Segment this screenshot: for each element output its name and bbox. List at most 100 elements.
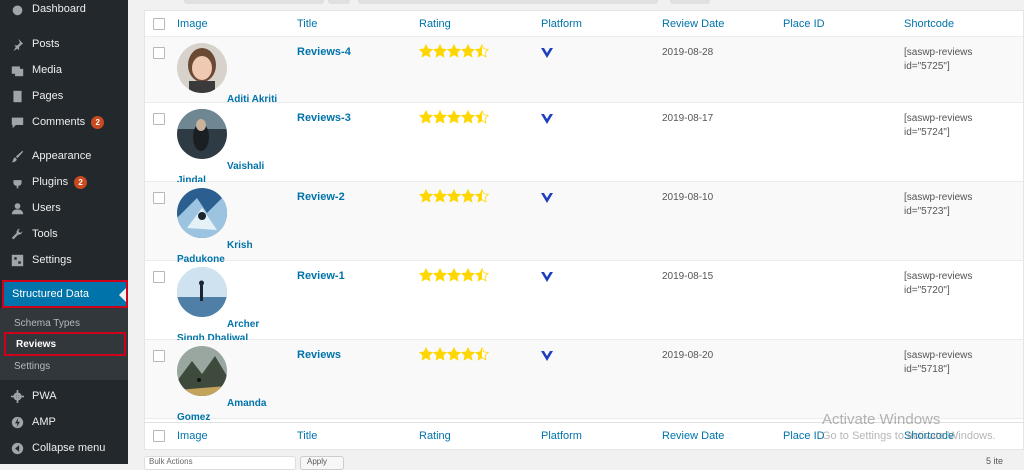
reviewer-name[interactable]: Vaishali xyxy=(227,159,264,174)
rating-stars xyxy=(419,189,489,203)
menu-label: Appearance xyxy=(32,150,92,162)
plug-icon xyxy=(10,175,24,189)
review-title-link[interactable]: Review-1 xyxy=(297,270,345,282)
structured-data-submenu: Schema Types Reviews Settings xyxy=(0,308,128,380)
activate-windows-title: Activate Windows xyxy=(822,411,941,428)
media-icon xyxy=(10,63,24,77)
shortcode-line: id="5725"] xyxy=(904,61,950,72)
menu-users[interactable]: Users xyxy=(0,196,128,220)
menu-media[interactable]: Media xyxy=(0,58,128,82)
avatar xyxy=(177,43,227,93)
avatar xyxy=(177,346,227,396)
review-date: 2019-08-15 xyxy=(662,271,714,282)
comment-icon xyxy=(10,115,24,129)
star-full-icon xyxy=(461,44,475,58)
menu-appearance[interactable]: Appearance xyxy=(0,144,128,168)
menu-plugins[interactable]: Plugins 2 xyxy=(0,170,128,194)
menu-pages[interactable]: Pages xyxy=(0,84,128,108)
menu-amp[interactable]: AMP xyxy=(0,410,128,434)
col-shortcode[interactable]: Shortcode xyxy=(904,18,954,30)
wrench-icon xyxy=(10,227,24,241)
menu-label: Comments xyxy=(32,116,86,128)
collapse-icon xyxy=(10,441,24,455)
submenu-schema-types[interactable]: Schema Types xyxy=(0,313,128,333)
menu-posts[interactable]: Posts xyxy=(0,32,128,56)
collapse-menu-button[interactable]: Collapse menu xyxy=(0,436,128,460)
items-count: 5 ite xyxy=(986,456,1004,466)
star-full-icon xyxy=(461,347,475,361)
submenu-reviews[interactable]: Reviews xyxy=(4,332,126,356)
col-rating[interactable]: Rating xyxy=(419,18,451,30)
col-title[interactable]: Title xyxy=(297,430,317,442)
menu-settings[interactable]: Settings xyxy=(0,248,128,272)
platform-icon xyxy=(541,351,553,361)
reviews-table: Image Title Rating Platform Review Date … xyxy=(144,10,1024,450)
col-title[interactable]: Title xyxy=(297,18,317,30)
review-title-link[interactable]: Reviews xyxy=(297,349,341,361)
star-full-icon xyxy=(433,268,447,282)
select-all-checkbox[interactable] xyxy=(153,18,165,30)
star-full-icon xyxy=(447,189,461,203)
reviewer-name[interactable]: Amanda xyxy=(227,396,266,411)
star-full-icon xyxy=(447,268,461,282)
menu-label: Settings xyxy=(32,254,72,266)
activate-windows-subtitle: Go to Settings to activate Windows. xyxy=(822,430,996,442)
reviewer-name[interactable]: Krish xyxy=(227,238,253,253)
col-place-id[interactable]: Place ID xyxy=(783,430,825,442)
menu-label: Structured Data xyxy=(12,288,90,300)
star-half-icon xyxy=(475,268,489,282)
active-arrow xyxy=(119,288,126,302)
star-half-icon xyxy=(475,189,489,203)
col-rating[interactable]: Rating xyxy=(419,430,451,442)
apply-button[interactable]: Apply xyxy=(300,456,344,470)
col-platform[interactable]: Platform xyxy=(541,430,582,442)
star-full-icon xyxy=(461,189,475,203)
select-all-checkbox-bottom[interactable] xyxy=(153,430,165,442)
reviewer-name[interactable]: Archer xyxy=(227,317,259,332)
amp-icon xyxy=(10,415,24,429)
row-checkbox[interactable] xyxy=(153,271,165,283)
col-platform[interactable]: Platform xyxy=(541,18,582,30)
star-half-icon xyxy=(475,347,489,361)
review-title-link[interactable]: Reviews-3 xyxy=(297,112,351,124)
row-checkbox[interactable] xyxy=(153,47,165,59)
rating-stars xyxy=(419,44,489,58)
shortcode: [saswp-reviews id="5724"] xyxy=(904,112,972,140)
platform-icon xyxy=(541,272,553,282)
star-full-icon xyxy=(447,44,461,58)
row-checkbox[interactable] xyxy=(153,113,165,125)
plugins-count-badge: 2 xyxy=(74,175,88,189)
star-full-icon xyxy=(419,110,433,124)
menu-label: Dashboard xyxy=(32,3,86,15)
col-place-id[interactable]: Place ID xyxy=(783,18,825,30)
row-checkbox[interactable] xyxy=(153,350,165,362)
user-icon xyxy=(10,201,24,215)
star-full-icon xyxy=(433,110,447,124)
shortcode-line: id="5724"] xyxy=(904,127,950,138)
menu-tools[interactable]: Tools xyxy=(0,222,128,246)
review-title-link[interactable]: Review-2 xyxy=(297,191,345,203)
menu-comments[interactable]: Comments 2 xyxy=(0,110,128,134)
table-row: Vaishali Jindal Reviews-3 2019-08-17 [sa… xyxy=(145,103,1023,186)
shortcode-line: [saswp-reviews xyxy=(904,47,973,58)
review-title-link[interactable]: Reviews-4 xyxy=(297,46,351,58)
avatar xyxy=(177,109,227,159)
bulk-actions-select[interactable]: Bulk Actions xyxy=(144,456,296,470)
col-review-date[interactable]: Review Date xyxy=(662,430,724,442)
review-date: 2019-08-17 xyxy=(662,113,714,124)
star-full-icon xyxy=(433,189,447,203)
col-review-date[interactable]: Review Date xyxy=(662,18,724,30)
submenu-settings[interactable]: Settings xyxy=(0,356,128,376)
admin-sidebar: Dashboard Posts Media Pages Comments 2 A… xyxy=(0,0,128,464)
menu-label: PWA xyxy=(32,390,57,402)
menu-dashboard[interactable]: Dashboard xyxy=(0,0,128,21)
gear-icon xyxy=(10,389,24,403)
avatar xyxy=(177,267,227,317)
star-full-icon xyxy=(419,44,433,58)
row-checkbox[interactable] xyxy=(153,192,165,204)
star-full-icon xyxy=(447,110,461,124)
menu-pwa[interactable]: PWA xyxy=(0,384,128,408)
star-full-icon xyxy=(433,44,447,58)
menu-structured-data[interactable]: Structured Data xyxy=(2,280,128,313)
table-header: Image Title Rating Platform Review Date … xyxy=(145,11,1023,37)
